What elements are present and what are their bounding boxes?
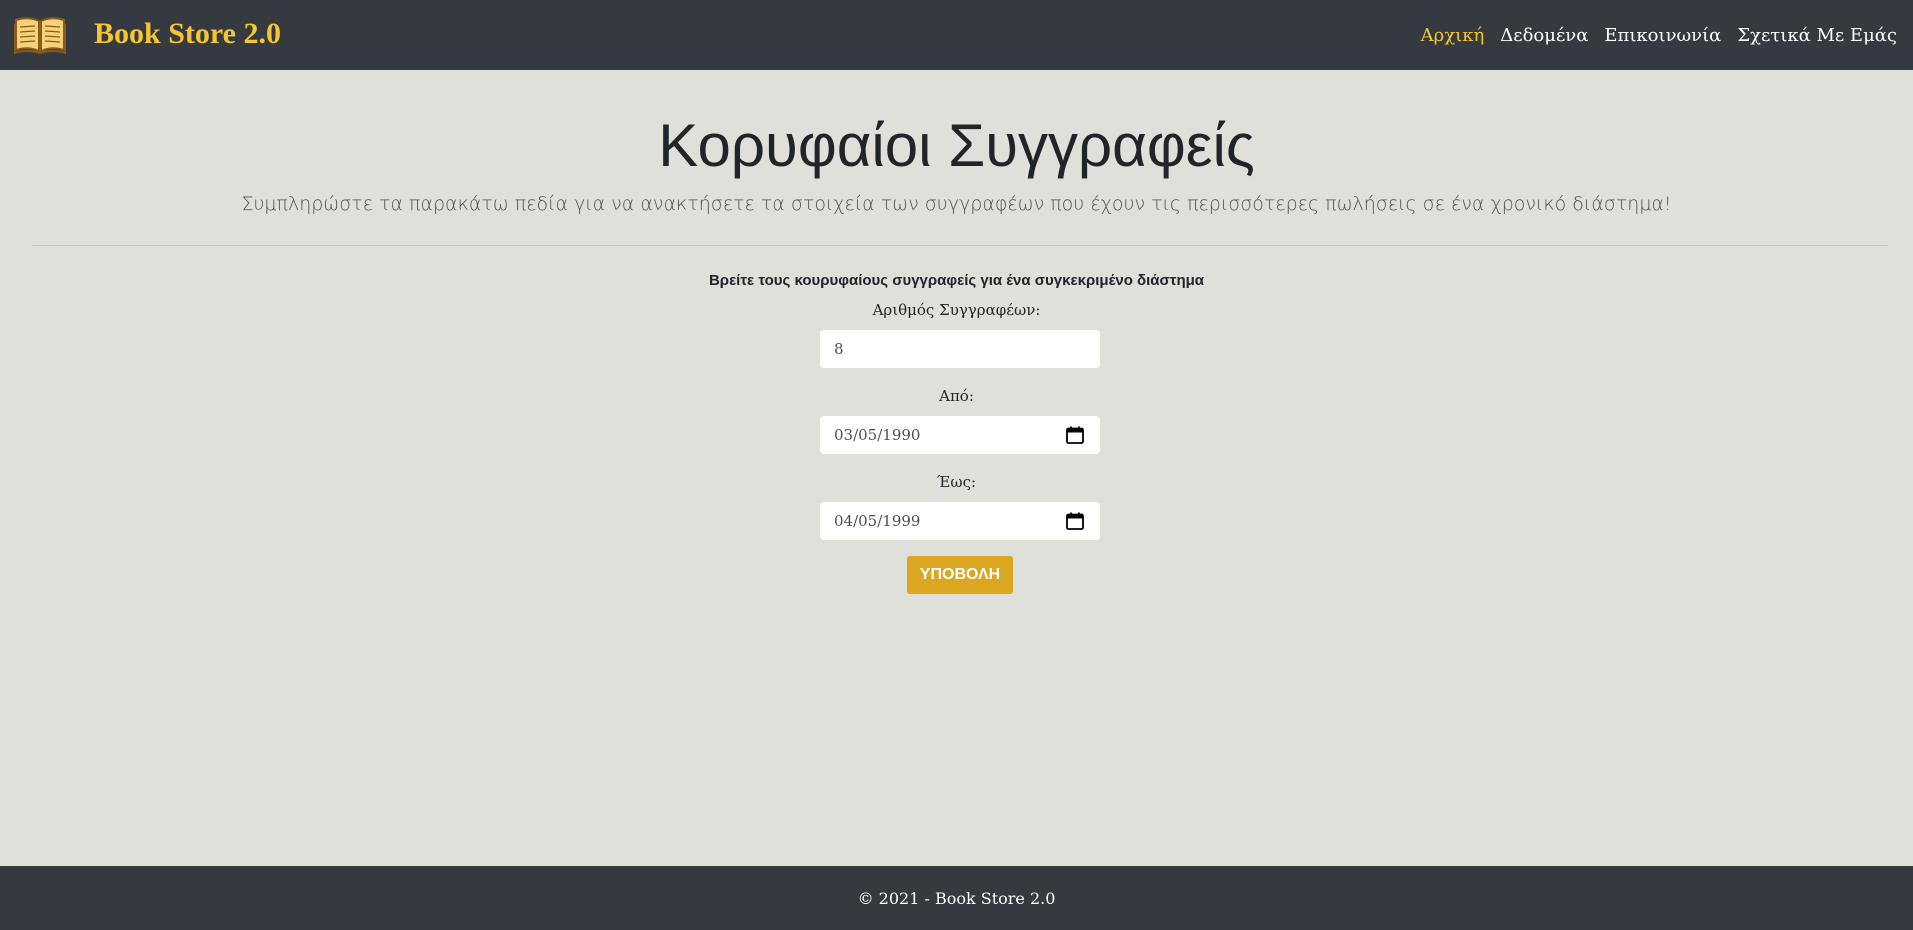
- form-heading: Βρείτε τους κουρυφαίους συγγραφείς για έ…: [708, 272, 1205, 289]
- page-subtitle: Συμπληρώστε τα παρακάτω πεδία για να ανα…: [241, 193, 1672, 215]
- page-title: Κορυφαίοι Συγγραφείς: [658, 112, 1255, 179]
- brand-title[interactable]: Book Store 2.0: [94, 14, 281, 54]
- divider: [32, 245, 1888, 246]
- calendar-icon[interactable]: [1066, 426, 1084, 444]
- footer: © 2021 - Book Store 2.0: [0, 866, 1913, 930]
- from-date-input[interactable]: 03/05/1990: [820, 416, 1100, 454]
- nav-links: Αρχική Δεδομένα Επικοινωνία Σχετικά Με Ε…: [1421, 0, 1897, 70]
- nav-item-data[interactable]: Δεδομένα: [1500, 25, 1588, 46]
- navbar: Book Store 2.0 Αρχική Δεδομένα Επικοινων…: [0, 0, 1913, 70]
- from-date-value: 03/05/1990: [834, 426, 921, 444]
- from-date-label: Από:: [939, 387, 974, 405]
- author-count-input[interactable]: 8: [820, 330, 1100, 368]
- nav-item-about[interactable]: Σχετικά Με Εμάς: [1737, 25, 1897, 46]
- nav-item-home[interactable]: Αρχική: [1421, 25, 1485, 46]
- open-book-icon[interactable]: [14, 14, 66, 54]
- calendar-icon[interactable]: [1066, 512, 1084, 530]
- to-date-label: Έως:: [936, 473, 977, 491]
- author-count-value: 8: [834, 340, 844, 358]
- footer-text: © 2021 - Book Store 2.0: [857, 888, 1056, 908]
- to-date-input[interactable]: 04/05/1999: [820, 502, 1100, 540]
- to-date-value: 04/05/1999: [834, 512, 921, 530]
- submit-button[interactable]: ΥΠΟΒΟΛΗ: [907, 556, 1013, 594]
- nav-item-contact[interactable]: Επικοινωνία: [1604, 25, 1721, 46]
- author-count-label: Αριθμός Συγγραφέων:: [872, 301, 1041, 319]
